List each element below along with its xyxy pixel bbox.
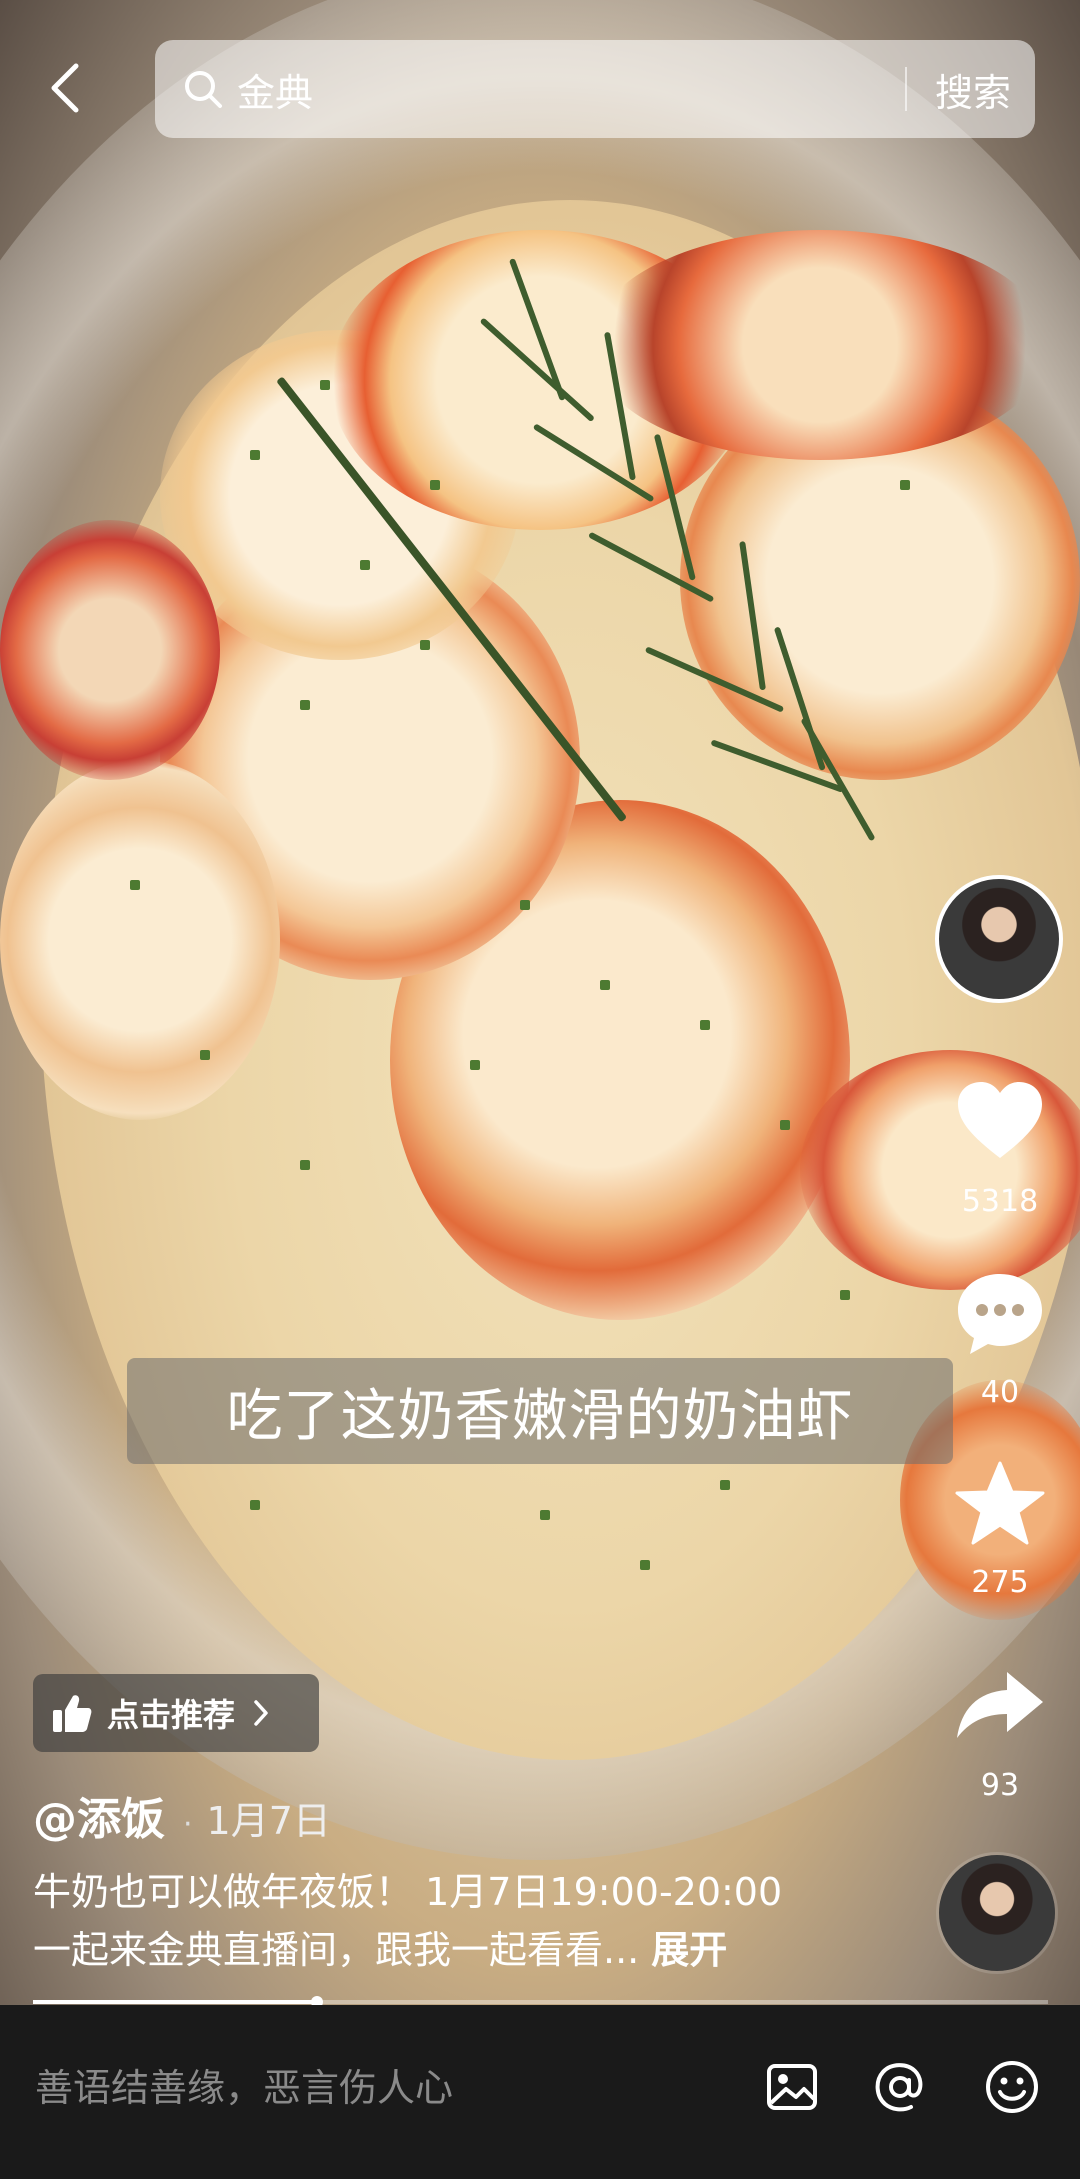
share-button[interactable] bbox=[950, 1670, 1050, 1740]
search-icon bbox=[179, 65, 227, 113]
back-icon bbox=[51, 63, 79, 113]
search-divider bbox=[904, 67, 907, 111]
chevron-right-icon bbox=[254, 1700, 268, 1726]
post-description[interactable]: 牛奶也可以做年夜饭！ 1月7日19:00-20:00 一起来金典直播间，跟我一起… bbox=[33, 1863, 913, 1979]
search-input[interactable]: 金典 bbox=[237, 62, 905, 117]
star-icon bbox=[955, 1461, 1045, 1545]
separator-dot: · bbox=[183, 1807, 193, 1842]
comment-bar: 善语结善缘，恶言伤人心 bbox=[0, 2005, 1080, 2179]
author-avatar[interactable] bbox=[935, 875, 1063, 1003]
back-button[interactable] bbox=[34, 58, 94, 118]
expand-link[interactable]: 展开 bbox=[651, 1928, 727, 1972]
search-bar[interactable]: 金典 搜索 bbox=[155, 40, 1035, 138]
image-button[interactable] bbox=[762, 2057, 822, 2117]
comment-button[interactable] bbox=[950, 1270, 1050, 1358]
video-caption: 吃了这奶香嫩滑的奶油虾 bbox=[127, 1358, 953, 1464]
thumbs-up-icon bbox=[53, 1695, 92, 1732]
description-line: 一起来金典直播间，跟我一起看看... bbox=[33, 1928, 640, 1972]
comment-count: 40 bbox=[980, 1375, 1020, 1410]
heart-icon bbox=[958, 1082, 1042, 1158]
recommend-button[interactable]: 点击推荐 bbox=[33, 1674, 319, 1752]
comment-icon bbox=[958, 1274, 1042, 1354]
post-date: 1月7日 bbox=[206, 1799, 331, 1843]
live-avatar[interactable] bbox=[939, 1855, 1055, 1971]
author-line: @添饭 · 1月7日 bbox=[33, 1783, 331, 1847]
description-line: 牛奶也可以做年夜饭！ 1月7日19:00-20:00 bbox=[33, 1870, 783, 1914]
mention-button[interactable] bbox=[870, 2057, 930, 2117]
share-count: 93 bbox=[980, 1768, 1020, 1803]
favorite-button[interactable] bbox=[950, 1460, 1050, 1546]
favorite-count: 275 bbox=[971, 1565, 1029, 1600]
like-button[interactable] bbox=[950, 1078, 1050, 1162]
like-count: 5318 bbox=[961, 1184, 1039, 1219]
search-button[interactable]: 搜索 bbox=[935, 62, 1011, 117]
recommend-label: 点击推荐 bbox=[107, 1696, 236, 1734]
at-icon bbox=[875, 2063, 923, 2112]
emoji-icon bbox=[986, 2061, 1038, 2113]
comment-input[interactable]: 善语结善缘，恶言伤人心 bbox=[35, 2057, 453, 2112]
video-progress-bar[interactable] bbox=[33, 1996, 1048, 2008]
image-icon bbox=[767, 2064, 817, 2110]
author-name[interactable]: @添饭 bbox=[33, 1783, 165, 1847]
share-icon bbox=[957, 1672, 1043, 1738]
emoji-button[interactable] bbox=[982, 2057, 1042, 2117]
progress-fill bbox=[33, 2000, 318, 2004]
